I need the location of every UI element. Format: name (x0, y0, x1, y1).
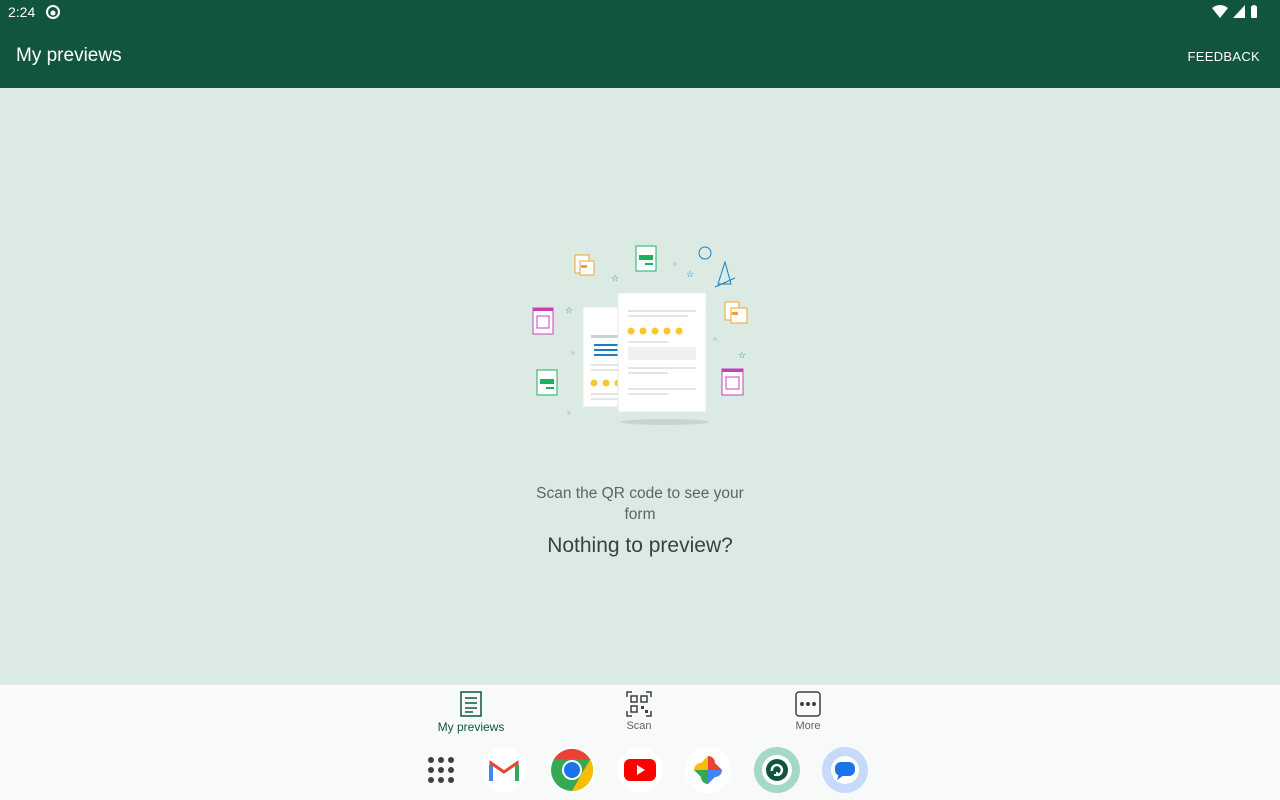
empty-state-title: Nothing to preview? (547, 534, 733, 557)
gmail-icon[interactable] (481, 747, 527, 793)
status-icons (1212, 5, 1258, 18)
nav-label-my-previews: My previews (437, 720, 505, 734)
launcher-dock (0, 747, 1280, 793)
page-title: My previews (16, 45, 122, 66)
svg-text:☆: ☆ (565, 306, 573, 316)
status-time: 2:24 (8, 4, 36, 20)
qr-code-icon (626, 691, 652, 717)
svg-text:☆: ☆ (686, 270, 694, 280)
app-drawer-icon[interactable] (418, 747, 464, 793)
nav-item-more[interactable]: More (753, 691, 863, 732)
more-dots-icon (795, 691, 821, 717)
empty-state-illustration: ☆ ☆ ☆ ☆ (532, 245, 748, 425)
list-doc-icon (460, 691, 482, 717)
app-bar: 2:24 My previews FEEDBACK (0, 0, 1280, 88)
notification-icon (46, 5, 60, 24)
chat-bubble-icon (831, 756, 859, 784)
pinwheel-icon (694, 756, 722, 784)
messages-icon[interactable] (822, 747, 868, 793)
svg-text:☆: ☆ (611, 274, 619, 284)
app-sync-icon[interactable] (754, 747, 800, 793)
wifi-icon (1212, 5, 1228, 18)
photos-icon[interactable] (685, 747, 731, 793)
nav-label-more: More (795, 720, 821, 732)
battery-icon (1251, 5, 1257, 18)
gmail-logo-icon (489, 760, 519, 781)
nav-item-scan[interactable]: Scan (584, 691, 694, 732)
chrome-logo-icon (551, 749, 594, 791)
youtube-icon[interactable] (617, 747, 663, 793)
grid-dots-icon (428, 757, 454, 783)
nav-label-scan: Scan (626, 720, 652, 732)
nav-item-my-previews[interactable]: My previews (416, 691, 526, 734)
main-content: ☆ ☆ ☆ ☆ Nothing to preview? (0, 88, 1280, 684)
chrome-icon[interactable] (549, 747, 595, 793)
signal-icon (1233, 5, 1245, 18)
sync-logo-icon (762, 755, 792, 785)
youtube-logo-icon (624, 759, 656, 781)
status-bar: 2:24 (0, 0, 1280, 24)
feedback-button[interactable]: FEEDBACK (1188, 49, 1260, 64)
svg-text:☆: ☆ (738, 351, 746, 361)
empty-state-subtitle: Scan the QR code to see your form (536, 485, 744, 523)
